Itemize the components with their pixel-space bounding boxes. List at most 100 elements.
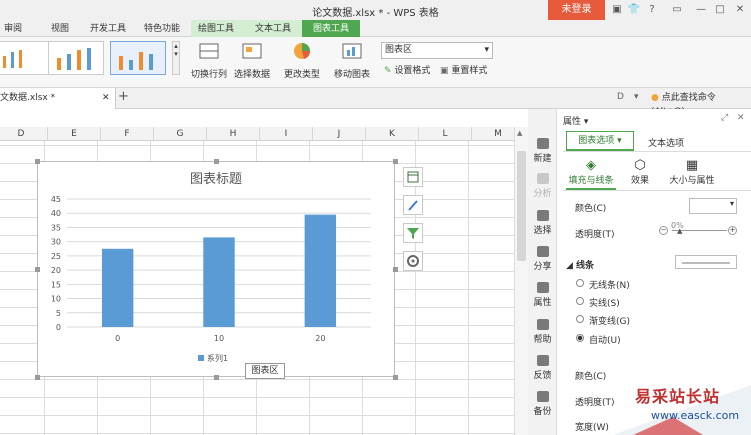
switch-row-col-button[interactable]: 切换行列 <box>189 42 229 82</box>
column-header[interactable]: J <box>313 127 366 141</box>
vertical-scrollbar[interactable]: ▲ <box>514 127 528 435</box>
maximize-button[interactable]: □ <box>713 2 727 17</box>
chart-style-button[interactable] <box>403 195 423 215</box>
login-button[interactable]: 未登录 <box>548 0 605 20</box>
radio-solid-line[interactable] <box>576 297 584 305</box>
column-header[interactable]: F <box>101 127 154 141</box>
change-type-label: 更改类型 <box>283 70 320 80</box>
resize-handle[interactable] <box>393 159 398 164</box>
resize-handle[interactable] <box>393 375 398 380</box>
scroll-thumb[interactable] <box>517 151 526 261</box>
restore-icon[interactable]: ▭ <box>670 2 684 17</box>
task-label: 新建 <box>533 154 552 164</box>
column-header[interactable]: G <box>154 127 207 141</box>
chart-style-thumb[interactable] <box>110 41 166 75</box>
column-header[interactable]: I <box>260 127 313 141</box>
column-header[interactable]: K <box>366 127 419 141</box>
x-tick-label: 10 <box>214 334 224 343</box>
task-properties[interactable]: 属性 <box>528 282 557 308</box>
set-format-button[interactable]: ✎ 设置格式 <box>384 64 430 78</box>
task-new[interactable]: 新建 <box>528 138 557 164</box>
skin-icon[interactable]: ▣ <box>610 2 624 17</box>
column-header[interactable]: D <box>0 127 48 141</box>
line-preview[interactable] <box>675 255 737 269</box>
subtab-label: 大小与属性 <box>669 176 715 186</box>
task-analyze[interactable]: 分析 <box>528 173 557 199</box>
tab-view[interactable]: 视图 <box>47 22 73 37</box>
style-scroll[interactable]: ▴ ▾ <box>172 41 180 75</box>
resize-handle[interactable] <box>214 159 219 164</box>
pin-icon[interactable]: ⤢ <box>721 113 728 123</box>
option-label: 无线条(N) <box>589 281 630 291</box>
tab-chart-options[interactable]: 图表选项 ▾ <box>566 131 634 151</box>
scroll-up-icon[interactable]: ▲ <box>517 129 522 137</box>
select-data-label: 选择数据 <box>233 70 270 80</box>
minimize-button[interactable]: — <box>694 2 708 17</box>
chart-style-thumb[interactable] <box>48 41 104 75</box>
document-icon[interactable]: D <box>617 92 624 102</box>
help-icon[interactable]: ? <box>645 2 659 17</box>
increase-button[interactable]: + <box>728 226 737 235</box>
task-help[interactable]: 帮助 <box>528 319 557 345</box>
subtab-effects[interactable]: ⬡ 效果 <box>623 158 657 186</box>
chart-filter-button[interactable] <box>403 223 423 243</box>
chart-style-thumb[interactable] <box>0 41 52 75</box>
chart-element-select[interactable]: 图表区 ▾ <box>381 42 493 59</box>
watermark-text: 易采站长站 <box>635 387 721 406</box>
column-header[interactable]: H <box>207 127 260 141</box>
arrange-icon[interactable]: ▾ <box>634 92 639 102</box>
move-chart-button[interactable]: 移动图表 <box>332 42 372 82</box>
document-tab[interactable]: 文数据.xlsx * ✕ <box>0 88 116 109</box>
task-select[interactable]: 选择 <box>528 210 557 236</box>
tab-text-tools[interactable]: 文本工具 <box>252 22 294 37</box>
task-label: 选择 <box>533 226 552 236</box>
resize-handle[interactable] <box>35 375 40 380</box>
column-header[interactable]: E <box>48 127 101 141</box>
subtab-size[interactable]: ▦ 大小与属性 <box>667 158 717 186</box>
column-header[interactable]: L <box>419 127 472 141</box>
filter-icon <box>407 228 419 239</box>
resize-handle[interactable] <box>35 159 40 164</box>
tab-drawing-tools[interactable]: 绘图工具 <box>195 22 237 37</box>
slider-thumb[interactable]: ▲ <box>677 227 682 235</box>
find-command[interactable]: ● 点此查找命令 (Alt+Q) <box>651 91 751 117</box>
chart-elements-button[interactable] <box>403 167 423 187</box>
tab-developer[interactable]: 开发工具 <box>88 22 128 37</box>
change-type-button[interactable]: 更改类型 <box>282 42 322 82</box>
switch-row-col-label: 切换行列 <box>190 70 227 80</box>
close-icon[interactable]: ✕ <box>102 88 110 108</box>
line-section-header[interactable]: ◢ 线条 <box>566 258 594 271</box>
radio-no-line[interactable] <box>576 279 584 287</box>
close-button[interactable]: ✕ <box>733 2 747 17</box>
chart-settings-button[interactable] <box>403 251 423 271</box>
tab-text-options[interactable]: 文本选项 <box>648 136 684 149</box>
paint-bucket-icon: ◈ <box>586 158 596 173</box>
tab-chart-tools[interactable]: 图表工具 <box>302 20 360 38</box>
select-data-icon <box>242 43 262 59</box>
task-backup[interactable]: 备份 <box>528 391 557 417</box>
task-label: 备份 <box>533 407 552 417</box>
select-data-button[interactable]: 选择数据 <box>232 42 272 82</box>
tab-review[interactable]: 审阅 <box>0 22 26 37</box>
resize-handle[interactable] <box>393 267 398 272</box>
radio-gradient-line[interactable] <box>576 315 584 323</box>
tab-features[interactable]: 特色功能 <box>142 22 182 37</box>
new-tab-button[interactable]: + <box>118 89 129 104</box>
shirt-icon[interactable]: 👕 <box>627 2 641 17</box>
task-label: 分析 <box>533 189 552 199</box>
resize-handle[interactable] <box>214 375 219 380</box>
subtab-fill-line[interactable]: ◈ 填充与线条 <box>566 158 616 186</box>
task-feedback[interactable]: 反馈 <box>528 355 557 381</box>
chart-plot: 图表标题 0 5 10 15 20 25 30 35 40 45 0 10 20 系列1 <box>51 172 371 363</box>
y-tick-label: 35 <box>51 223 61 232</box>
properties-header[interactable]: 属性 ▾ <box>563 114 588 127</box>
color-picker[interactable]: ▾ <box>689 198 737 214</box>
close-icon[interactable]: ✕ <box>737 113 745 123</box>
width-label: 宽度(W) <box>575 423 609 433</box>
resize-handle[interactable] <box>35 267 40 272</box>
task-share[interactable]: 分享 <box>528 246 557 272</box>
radio-auto[interactable] <box>576 334 584 342</box>
watermark-url: www.easck.com <box>651 409 740 422</box>
reset-style-button[interactable]: ▣ 重置样式 <box>440 64 487 78</box>
decrease-button[interactable]: − <box>659 226 668 235</box>
